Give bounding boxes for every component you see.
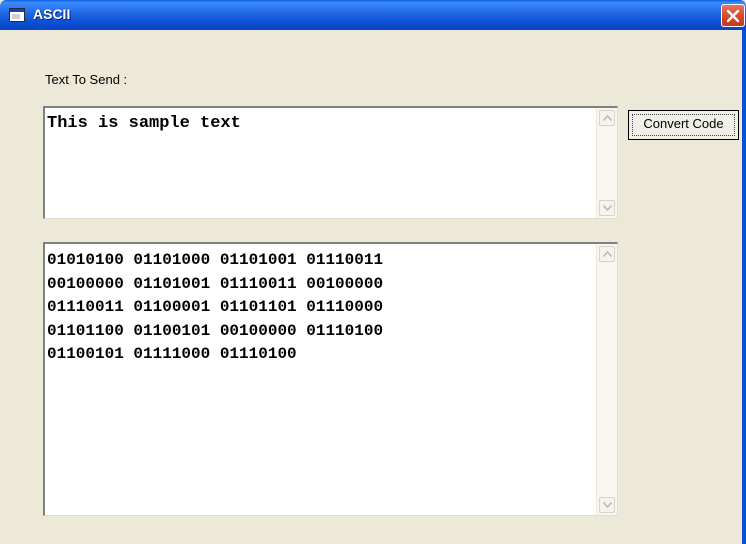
scroll-down-button[interactable]: [599, 497, 615, 513]
app-window-icon: [9, 8, 25, 22]
text-to-send-value[interactable]: This is sample text: [47, 114, 595, 133]
convert-code-button[interactable]: Convert Code: [628, 110, 739, 140]
window-border-right: [742, 30, 746, 544]
text-to-send-input[interactable]: This is sample text: [43, 106, 618, 219]
scroll-down-button[interactable]: [599, 200, 615, 216]
scroll-down-arrow-icon: [603, 205, 612, 211]
title-bar[interactable]: ASCII: [0, 0, 746, 30]
binary-output-box[interactable]: 01010100 01101000 01101001 01110011 0010…: [43, 242, 618, 516]
scroll-down-arrow-icon: [603, 502, 612, 508]
scroll-up-button[interactable]: [599, 110, 615, 126]
close-button[interactable]: [721, 4, 745, 27]
text-to-send-scrollbar[interactable]: [596, 108, 617, 218]
window-title: ASCII: [33, 6, 71, 22]
close-icon: [726, 9, 740, 23]
scroll-up-arrow-icon: [603, 115, 612, 121]
button-focus-rect: [632, 114, 735, 136]
scroll-up-button[interactable]: [599, 246, 615, 262]
binary-output-value[interactable]: 01010100 01101000 01101001 01110011 0010…: [47, 249, 595, 367]
binary-output-scrollbar[interactable]: [596, 244, 617, 515]
scroll-up-arrow-icon: [603, 251, 612, 257]
text-to-send-label: Text To Send :: [45, 72, 128, 87]
